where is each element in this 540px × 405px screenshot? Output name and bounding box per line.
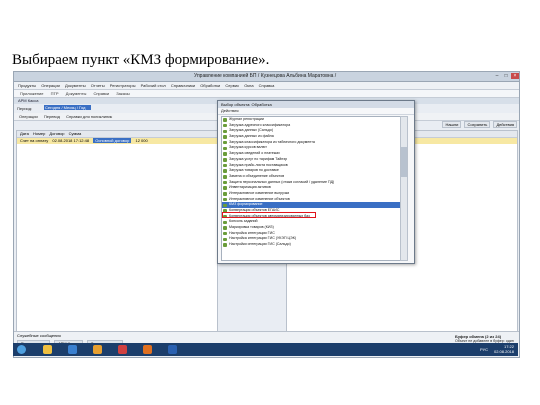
processing-icon: [223, 169, 227, 173]
menu-item[interactable]: Рабочий стол: [141, 83, 166, 88]
explorer-icon[interactable]: [43, 345, 52, 354]
messages-label[interactable]: Служебные сообщения: [17, 333, 61, 338]
processing-icon: [223, 243, 227, 247]
taskbar: РУС 17:22 02.08.2018: [13, 343, 518, 356]
maximize-icon[interactable]: □: [502, 73, 510, 79]
folder-icon[interactable]: [93, 345, 102, 354]
toolbar-item[interactable]: ПТР: [51, 91, 59, 96]
processing-icon: [223, 175, 227, 179]
toolbar-item[interactable]: Заказы: [116, 91, 129, 96]
dialog-title: Выбор объекта: Обработка: [218, 101, 414, 108]
processing-icon: [223, 231, 227, 236]
processing-icon: [223, 226, 227, 230]
processing-icon: [223, 180, 227, 185]
window-title: Управление компанией БП / Кузнецова Альб…: [194, 73, 337, 79]
processing-icon: [223, 186, 227, 190]
processing-icon: [223, 123, 227, 128]
table-cell: 02.08.2018 17:12:48: [52, 138, 90, 143]
menu-item[interactable]: Справочники: [171, 83, 195, 88]
language-indicator[interactable]: РУС: [480, 347, 488, 352]
processing-icon: [223, 129, 227, 134]
documents-table: Дата Номер Договор Сумма Счет на оплату …: [16, 130, 218, 332]
processing-icon: [223, 163, 227, 168]
actions-button[interactable]: Действия: [493, 121, 517, 128]
clock[interactable]: 17:22 02.08.2018: [494, 344, 514, 354]
table-row[interactable]: Счет на оплату 02.08.2018 17:12:48 Основ…: [17, 138, 217, 144]
toolbar-item[interactable]: Документы: [66, 91, 87, 96]
onec-icon[interactable]: [143, 345, 152, 354]
app-icon[interactable]: [118, 345, 127, 354]
processing-icon: [223, 152, 227, 156]
processing-icon: [223, 220, 227, 225]
table-cell: 12 000: [135, 138, 148, 143]
highlight-box: [222, 212, 316, 218]
processing-icon: [223, 237, 227, 242]
scrollbar-thumb[interactable]: [401, 147, 407, 177]
minimize-icon[interactable]: –: [493, 73, 501, 79]
table-cell: Основной договор: [93, 138, 132, 143]
column-header[interactable]: Сумма: [69, 131, 82, 136]
tab-transfer[interactable]: Перевод: [44, 114, 60, 119]
table-header: Дата Номер Договор Сумма: [17, 131, 217, 138]
app-window: Управление компанией БП / Кузнецова Альб…: [13, 71, 520, 358]
toolbar: Приложение ПТР Документы Справки Заказы: [14, 90, 519, 98]
filter-label: Период:: [17, 106, 33, 111]
slide-title: Выбираем пункт «КМЗ формирование».: [12, 52, 270, 68]
menu-bar: Продукты Операции Документы Отчеты Регис…: [14, 82, 519, 90]
save-button[interactable]: Сохранить: [464, 121, 491, 128]
menu-item[interactable]: Отчеты: [91, 83, 105, 88]
processing-icon: [223, 140, 227, 145]
table-cell: Счет на оплату: [20, 138, 49, 143]
column-header[interactable]: Дата: [20, 131, 29, 136]
filter-input[interactable]: Сегодня / Месяц / Год: [44, 105, 91, 110]
menu-item[interactable]: Документы: [65, 83, 86, 88]
processing-icon: [223, 118, 227, 122]
object-selection-dialog: Выбор объекта: Обработка Действия Журнал…: [217, 100, 415, 264]
dialog-scrollbar[interactable]: [400, 116, 408, 261]
menu-item[interactable]: Окна: [244, 83, 253, 88]
menu-item[interactable]: Справка: [259, 83, 275, 88]
dialog-actions-button[interactable]: Действия: [218, 108, 414, 115]
processing-icon: [223, 203, 227, 207]
close-icon[interactable]: ×: [511, 73, 519, 79]
toolbar-item[interactable]: Приложение: [20, 91, 43, 96]
list-item[interactable]: Настройки интеграции ГИС (Сальдо): [222, 242, 400, 248]
processing-icon: [223, 146, 227, 151]
title-bar: Управление компанией БП / Кузнецова Альб…: [14, 72, 519, 82]
column-header[interactable]: Номер: [33, 131, 45, 136]
processing-icon: [223, 158, 227, 162]
processing-icon: [223, 197, 227, 202]
menu-item[interactable]: Продукты: [18, 83, 36, 88]
right-buttons: Нашли Сохранить Действия: [440, 121, 517, 128]
browser-icon[interactable]: [68, 345, 77, 354]
processing-icon: [223, 135, 227, 139]
tab-operations[interactable]: Операции: [19, 114, 38, 119]
toolbar-item[interactable]: Справки: [93, 91, 109, 96]
processing-icon: [223, 192, 227, 196]
tab-clinic-references[interactable]: Справки для поликлиник: [66, 114, 112, 119]
word-icon[interactable]: [168, 345, 177, 354]
find-button[interactable]: Нашли: [442, 121, 462, 128]
menu-item[interactable]: Операции: [41, 83, 60, 88]
column-header[interactable]: Договор: [49, 131, 64, 136]
menu-item[interactable]: Сервис: [225, 83, 239, 88]
processing-list: Журнал регистрации Загрузка адресного кл…: [221, 116, 401, 261]
start-button-icon[interactable]: [17, 345, 26, 354]
menu-item[interactable]: Обработки: [200, 83, 220, 88]
menu-item[interactable]: Регистраторы: [110, 83, 136, 88]
